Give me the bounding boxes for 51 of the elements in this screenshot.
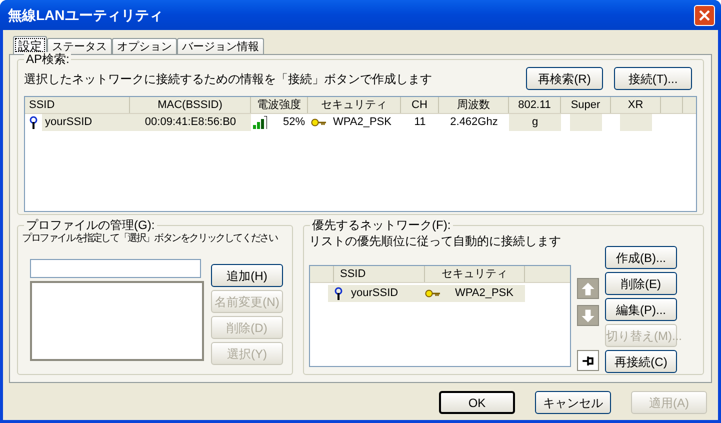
security-text: WPA2_PSK [333,115,392,130]
group-label: AP検索: [24,52,72,66]
description-text: 選択したネットワークに接続するための情報を「接続」ボタンで作成します [24,70,432,88]
column-header[interactable]: XR [611,97,661,113]
column-header[interactable]: SSID [25,97,130,113]
description-text: リストの優先順位に従って自動的に接続します [309,233,562,250]
column-header[interactable]: MAC(BSSID) [130,97,251,113]
column-header[interactable]: 電波強度 [251,97,308,113]
column-header[interactable]: 802.11 [509,97,561,113]
column-header[interactable]: CH [401,97,439,113]
pin-button[interactable] [577,350,599,371]
group-label: プロファイルの管理(G): [24,218,157,232]
signal-strength-icon [253,116,267,129]
button[interactable]: 再接続(C) [605,350,677,373]
tab[interactable]: バージョン情報 [177,38,264,54]
button[interactable]: 追加(H) [211,264,283,287]
ssid-text: yourSSID [42,114,130,131]
mac-text: 00:09:41:E8:56:B0 [130,114,251,131]
group-label: 優先するネットワーク(F): [310,218,453,232]
button[interactable]: 編集(P)... [605,298,677,321]
column-header[interactable]: 周波数 [439,97,509,113]
column-header[interactable]: セキュリティ [308,97,401,113]
tab[interactable]: 設定 [13,36,47,54]
button[interactable]: 再検索(R) [526,67,603,90]
antenna-icon [334,287,343,300]
tab[interactable]: オプション [112,38,177,54]
profile-name-field[interactable] [30,259,201,278]
column-header[interactable]: SSID [334,266,425,282]
signal-text: 52% [282,115,305,130]
button[interactable]: 削除(E) [605,272,677,295]
button[interactable]: キャンセル [535,391,611,414]
mode-text: g [509,114,561,131]
frequency-text: 2.462Ghz [449,115,499,130]
channel-text: 11 [413,115,427,130]
close-button[interactable] [694,4,715,26]
down-arrow-icon [579,306,597,324]
security-text: WPA2_PSK [455,286,514,302]
column-header[interactable]: セキュリティ [425,266,525,282]
key-icon [425,289,441,298]
key-icon [311,118,327,127]
column-header[interactable]: Super [561,97,611,113]
profile-list[interactable] [30,281,204,361]
antenna-icon [29,116,38,129]
ssid-text: yourSSID [351,286,398,302]
button[interactable]: 接続(T)... [614,67,692,90]
button[interactable]: OK [439,391,515,414]
button[interactable]: 作成(B)... [605,246,677,269]
tab[interactable]: ステータス [47,38,112,54]
close-icon [699,10,710,20]
window-title: 無線LANユーティリティ [7,6,163,24]
description-text: プロファイルを指定して「選択」ボタンをクリックしてください [22,232,278,246]
